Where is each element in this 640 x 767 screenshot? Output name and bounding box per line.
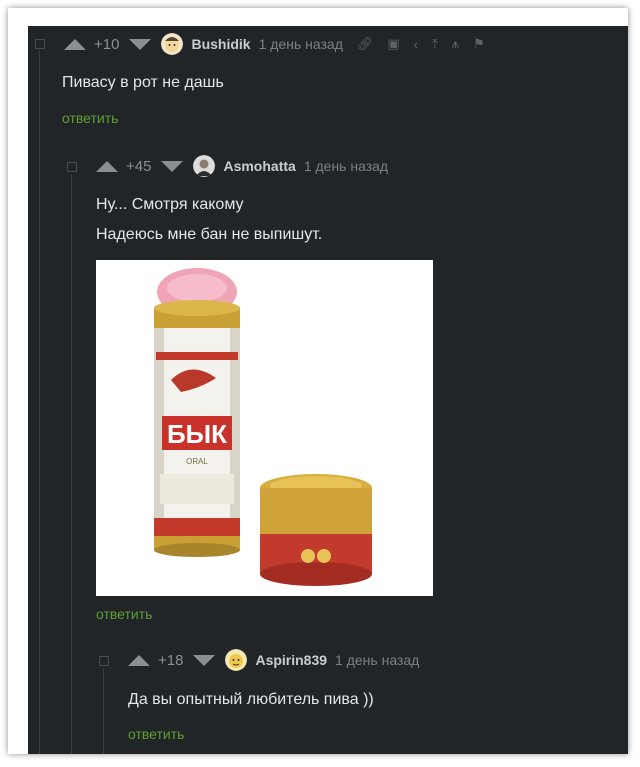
comment-author[interactable]: Aspirin839: [255, 652, 327, 668]
comment-rating: +45: [126, 157, 152, 175]
branch-icon[interactable]: ⩚: [452, 36, 459, 52]
thread-line-level-2: [71, 174, 72, 754]
comment-author[interactable]: Bushidik: [191, 36, 250, 52]
upvote-icon[interactable]: [96, 160, 118, 172]
upvote-icon[interactable]: [64, 38, 86, 50]
comment-rating: +10: [94, 35, 120, 53]
comment-time: 1 день назад: [335, 652, 420, 668]
comment-time: 1 день назад: [303, 158, 389, 174]
save-icon[interactable]: ▣: [387, 36, 399, 52]
reply-button[interactable]: ответить: [62, 110, 118, 126]
comments-panel: +10 Bushidik 1 день назад 🔗︎ ▣ ‹ ⤒ ⩚ ⚑ П…: [28, 26, 628, 754]
can-label-text: БЫК: [167, 419, 227, 449]
comment-line: Пивасу в рот не дашь: [62, 74, 224, 91]
avatar[interactable]: [193, 155, 216, 177]
comment-text: Пивасу в рот не дашь: [62, 68, 224, 98]
reply-button[interactable]: ответить: [96, 606, 152, 622]
comment-text: Да вы опытный любитель пива )): [128, 685, 374, 715]
comment-line: Надеюсь мне бан не выпишут.: [96, 226, 323, 243]
can-sublabel-text: ORAL: [186, 457, 208, 466]
comment-header: +10 Bushidik 1 день назад 🔗︎ ▣ ‹ ⤒ ⩚ ⚑: [64, 32, 485, 56]
flag-icon[interactable]: ⚑: [473, 36, 485, 52]
thread-line-level-1: [39, 50, 40, 754]
downvote-icon[interactable]: [129, 38, 152, 50]
comment-time: 1 день назад: [258, 36, 343, 52]
avatar[interactable]: [161, 33, 184, 55]
comment-line: Ну... Смотря какому: [96, 196, 244, 213]
thread-line-level-3: [103, 668, 104, 754]
comment-line: Да вы опытный любитель пива )): [128, 691, 374, 708]
reply-button[interactable]: ответить: [128, 726, 184, 742]
collapse-toggle[interactable]: [35, 39, 45, 49]
comment-header: +45 Asmohatta 1 день назад: [96, 154, 388, 178]
share-icon[interactable]: ‹: [414, 37, 418, 52]
comment-text: Ну... Смотря какому Надеюсь мне бан не в…: [96, 190, 322, 250]
comment-rating: +18: [158, 651, 184, 669]
downvote-icon[interactable]: [161, 160, 184, 172]
avatar[interactable]: [225, 649, 248, 671]
link-icon[interactable]: 🔗︎: [357, 36, 374, 52]
collapse-toggle[interactable]: [99, 656, 109, 666]
comment-author[interactable]: Asmohatta: [223, 158, 295, 174]
comment-header: +18 Aspirin839 1 день назад: [128, 648, 419, 672]
comment-tools: 🔗︎ ▣ ‹ ⤒ ⩚ ⚑: [357, 36, 485, 52]
collapse-toggle[interactable]: [67, 162, 77, 172]
comment-image[interactable]: БЫК ORAL: [96, 260, 433, 596]
pin-icon[interactable]: ⤒: [432, 36, 438, 52]
upvote-icon[interactable]: [128, 654, 150, 666]
screenshot-frame: +10 Bushidik 1 день назад 🔗︎ ▣ ‹ ⤒ ⩚ ⚑ П…: [8, 8, 628, 754]
product-photo: БЫК ORAL: [154, 268, 372, 586]
downvote-icon[interactable]: [193, 654, 216, 666]
